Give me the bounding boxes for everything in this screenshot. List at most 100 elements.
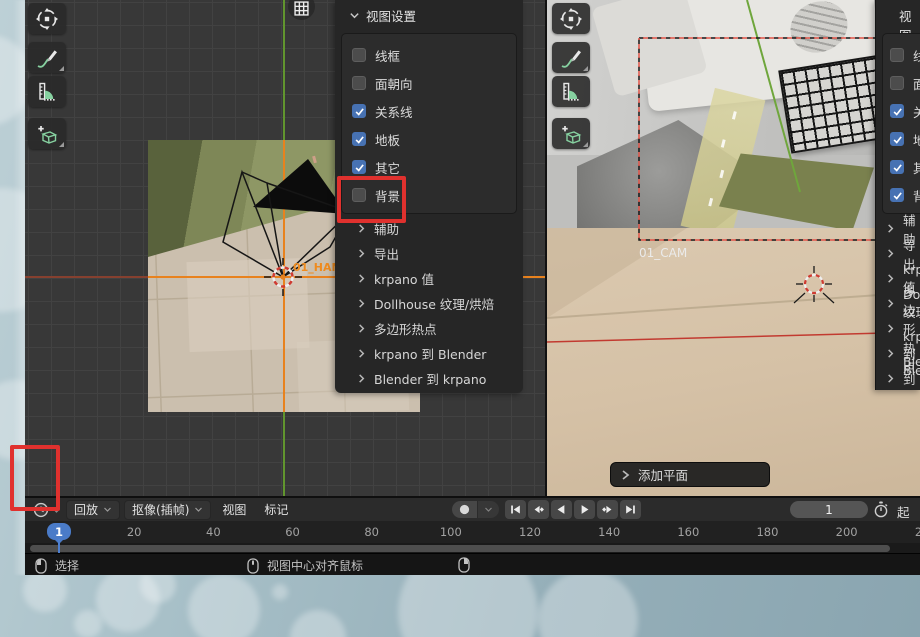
center-view-hint: 视图中心对齐鼠标 xyxy=(247,557,363,574)
section-blender-to-krpano[interactable]: Blender 到 krpano xyxy=(335,366,523,391)
panel-header[interactable]: 视图设置 xyxy=(349,6,416,25)
section-label: krpano 值 xyxy=(374,269,434,288)
add-plane-button[interactable]: 添加平面 xyxy=(610,462,770,487)
chevron-right-icon xyxy=(356,223,367,234)
section-dollhouse-texture-bake[interactable]: Dollhouse 纹理/烘焙 xyxy=(335,291,523,316)
others-checkbox[interactable] xyxy=(352,160,366,174)
frame-tick-80: 80 xyxy=(364,525,379,539)
keying-menu[interactable]: 抠像(插帧) xyxy=(124,500,211,520)
section-polygon-hotspot[interactable]: 多边形热点 xyxy=(335,316,523,341)
transform-tool-button[interactable] xyxy=(552,3,590,34)
add-cube-tool-button[interactable] xyxy=(28,118,66,149)
current-frame-marker[interactable]: 1 xyxy=(47,523,71,540)
timeline-menus: 回放抠像(插帧) 视图标记 xyxy=(66,500,295,519)
section-krpano-values[interactable]: krpano 值 xyxy=(335,266,523,291)
wireframe-checkbox[interactable] xyxy=(352,48,366,62)
chevron-right-icon xyxy=(621,469,630,481)
check-icon xyxy=(892,190,903,201)
playback-menu[interactable]: 回放 xyxy=(66,500,120,520)
check-icon xyxy=(354,134,365,145)
checkbox-row-relationship-lines[interactable]: 关系线 xyxy=(342,97,516,125)
jump-to-start-button[interactable] xyxy=(505,500,526,519)
frame-tick-20: 20 xyxy=(127,525,142,539)
panel-title: 视图设置 xyxy=(366,6,416,25)
floor-checkbox[interactable] xyxy=(352,132,366,146)
frame-tick-220: 220 xyxy=(915,525,920,539)
annotate-tool-button[interactable] xyxy=(28,42,66,73)
collapsed-sections: 辅助导出krpano 值Dollhouse 纹理/烘焙多边形热点krpano 到… xyxy=(335,216,523,391)
checkbox-row-wireframe[interactable]: 线框 xyxy=(342,41,516,69)
face-orientation-checkbox[interactable] xyxy=(352,76,366,90)
relationship-lines-checkbox[interactable] xyxy=(890,104,904,118)
checkbox-label: 线框 xyxy=(913,46,920,65)
marker-menu[interactable]: 标记 xyxy=(257,501,295,519)
timeline-ruler[interactable]: 1 20406080100120140160180200220 xyxy=(25,521,920,543)
next-keyframe-button[interactable] xyxy=(597,500,618,519)
current-frame-line xyxy=(58,539,60,554)
section-export[interactable]: 导出 xyxy=(335,241,523,266)
menu-label: 抠像(插帧) xyxy=(132,501,189,518)
section-label: Blender 到 krpano xyxy=(903,354,920,390)
timeline-header: 回放抠像(插帧) 视图标记 1 起 xyxy=(25,498,920,521)
checkbox-row-wireframe[interactable]: 线框 xyxy=(883,41,920,69)
timeline-scrollbar[interactable] xyxy=(30,545,890,552)
stopwatch-icon xyxy=(873,501,889,518)
frame-tick-200: 200 xyxy=(836,525,858,539)
play-reverse-button[interactable] xyxy=(551,500,572,519)
check-icon xyxy=(892,134,903,145)
face-orientation-checkbox[interactable] xyxy=(890,76,904,90)
start-frame-label: 起 xyxy=(897,502,910,521)
record-group xyxy=(452,501,499,518)
measure-tool-button[interactable] xyxy=(552,76,590,107)
annotate-tool-button[interactable] xyxy=(552,42,590,73)
checkbox-row-floor[interactable]: 地板 xyxy=(342,125,516,153)
floor-checkbox[interactable] xyxy=(890,132,904,146)
others-checkbox[interactable] xyxy=(890,160,904,174)
chevron-right-icon xyxy=(885,373,896,384)
chevron-down-icon xyxy=(103,505,112,514)
chevron-right-icon xyxy=(885,248,896,259)
checkbox-row-face-orientation[interactable]: 面朝向 xyxy=(883,69,920,97)
checkbox-label: 关系线 xyxy=(913,102,920,121)
bokeh-circle xyxy=(188,574,260,637)
checkbox-row-background[interactable]: 背景 xyxy=(883,181,920,209)
auto-keying-record-button[interactable] xyxy=(452,501,477,518)
section-krpano-to-blender[interactable]: krpano 到 Blender xyxy=(335,341,523,366)
jump-to-end-button[interactable] xyxy=(620,500,641,519)
previous-keyframe-button[interactable] xyxy=(528,500,549,519)
viewport-3d-right[interactable]: 01_CAM 添加平面 xyxy=(545,0,920,496)
chevron-right-icon xyxy=(356,348,367,359)
measure-tool-button[interactable] xyxy=(28,76,66,107)
checkbox-label: 其它 xyxy=(913,158,920,177)
checkbox-row-others[interactable]: 其它 xyxy=(883,153,920,181)
subtool-indicator xyxy=(583,142,588,147)
current-frame-field[interactable]: 1 xyxy=(790,501,868,518)
chevron-right-icon xyxy=(356,248,367,259)
checkbox-row-floor[interactable]: 地板 xyxy=(883,125,920,153)
bokeh-circle xyxy=(538,570,638,637)
transform-tool-button[interactable] xyxy=(28,3,66,34)
check-icon xyxy=(892,162,903,173)
section-blender-to-krpano[interactable]: Blender 到 krpano xyxy=(876,366,920,390)
wireframe-checkbox[interactable] xyxy=(890,48,904,62)
mouse-left-icon xyxy=(35,558,47,574)
frame-tick-60: 60 xyxy=(285,525,300,539)
grid-overlay-bubble xyxy=(288,0,315,20)
chevron-right-icon xyxy=(356,298,367,309)
section-label: krpano 到 Blender xyxy=(374,344,486,363)
mouse-middle-icon xyxy=(247,558,259,574)
background-checkbox[interactable] xyxy=(890,188,904,202)
view-menu[interactable]: 视图 xyxy=(215,501,253,519)
collapsed-sections: 辅助导出krpano 值Dollhouse 纹理/烘焙多边形热点krpano 到… xyxy=(876,216,920,390)
relationship-lines-checkbox[interactable] xyxy=(352,104,366,118)
checkbox-row-relationship-lines[interactable]: 关系线 xyxy=(883,97,920,125)
chevron-right-icon xyxy=(356,373,367,384)
record-icon xyxy=(459,504,470,515)
tile-highlight xyxy=(186,258,309,352)
add-cube-tool-button[interactable] xyxy=(552,118,590,149)
status-label: 视图中心对齐鼠标 xyxy=(267,557,363,574)
play-forward-button[interactable] xyxy=(574,500,595,519)
checkbox-row-face-orientation[interactable]: 面朝向 xyxy=(342,69,516,97)
keying-dropdown-button[interactable] xyxy=(478,501,499,518)
frame-tick-100: 100 xyxy=(440,525,462,539)
